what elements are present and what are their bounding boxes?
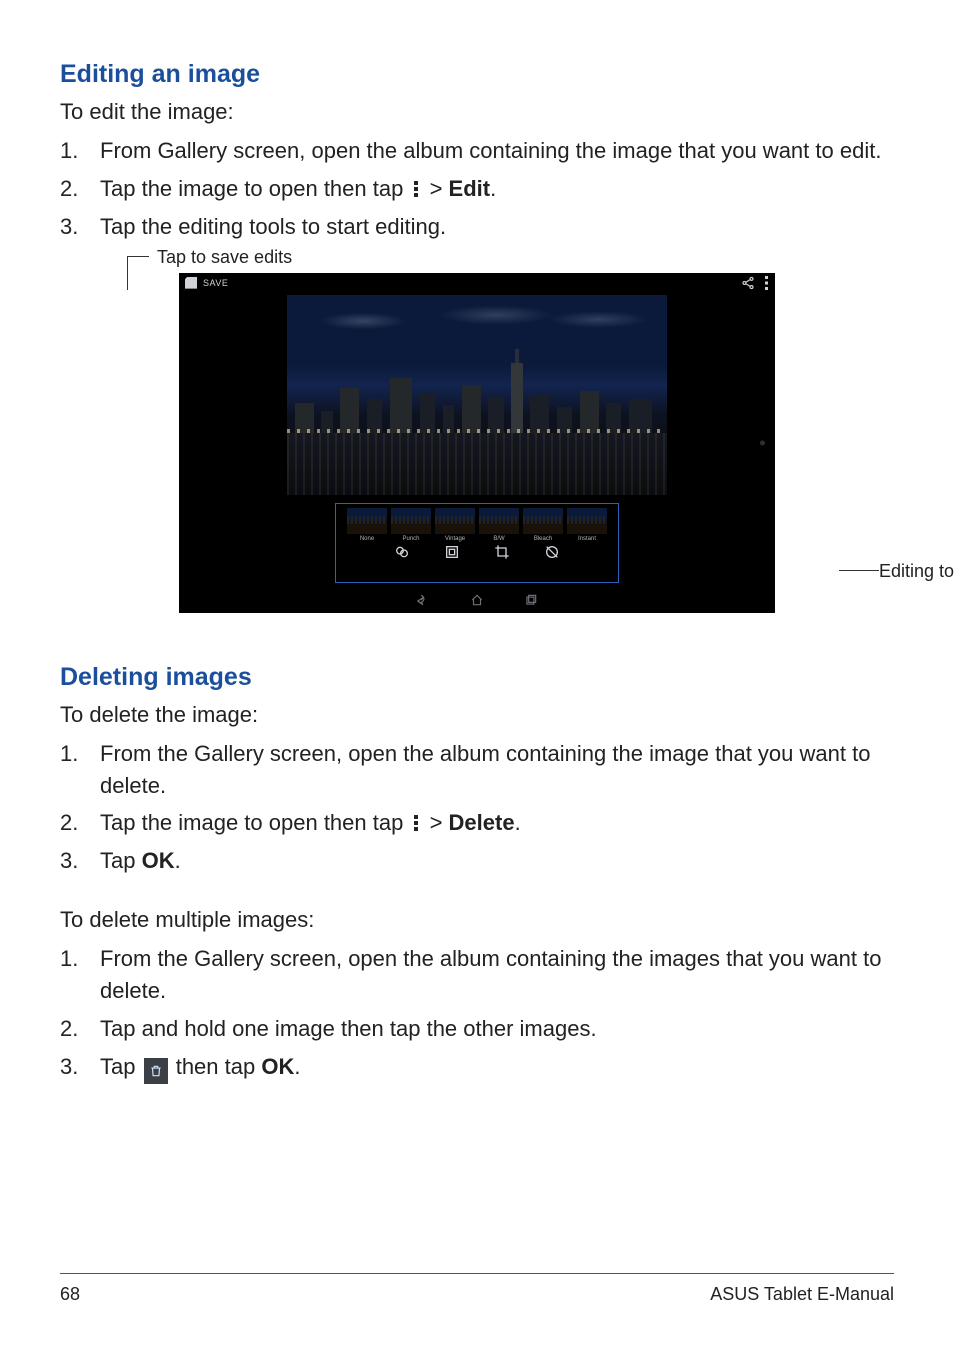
step-text: Tap and hold one image then tap the othe… bbox=[100, 1013, 894, 1045]
step-2: 2. Tap and hold one image then tap the o… bbox=[60, 1013, 894, 1045]
step-text: Tap the image to open then tap > Delete. bbox=[100, 807, 894, 839]
filter-label: B/W bbox=[479, 536, 519, 542]
filter-label: Vintage bbox=[435, 536, 475, 542]
tool-row bbox=[336, 542, 618, 564]
step-bold: Delete bbox=[449, 810, 515, 835]
callout-save-label: Tap to save edits bbox=[157, 247, 292, 268]
step-3: 3. Tap the editing tools to start editin… bbox=[60, 211, 894, 243]
step-num: 2. bbox=[60, 807, 82, 839]
step-text: From Gallery screen, open the album cont… bbox=[100, 135, 894, 167]
share-icon[interactable] bbox=[741, 276, 755, 290]
camera-dot bbox=[760, 440, 765, 445]
step-num: 3. bbox=[60, 845, 82, 877]
callout-tools: Editing tools bbox=[879, 561, 954, 582]
nav-bar bbox=[179, 593, 775, 607]
step-num: 3. bbox=[60, 1051, 82, 1084]
step-bold: OK bbox=[142, 848, 175, 873]
step-num: 1. bbox=[60, 943, 82, 1007]
step-text: Tap then tap OK. bbox=[100, 1051, 894, 1084]
filter-thumb[interactable]: None bbox=[347, 508, 387, 542]
step-2: 2. Tap the image to open then tap > Edit… bbox=[60, 173, 894, 205]
step-num: 2. bbox=[60, 1013, 82, 1045]
footer-label: ASUS Tablet E-Manual bbox=[710, 1284, 894, 1305]
save-button[interactable]: SAVE bbox=[203, 278, 228, 288]
filter-thumb[interactable]: Vintage bbox=[435, 508, 475, 542]
intro-deleting: To delete the image: bbox=[60, 702, 894, 728]
step-1: 1. From the Gallery screen, open the alb… bbox=[60, 943, 894, 1007]
filter-thumb[interactable]: Bleach bbox=[523, 508, 563, 542]
step-text: Tap the editing tools to start editing. bbox=[100, 211, 894, 243]
step-num: 2. bbox=[60, 173, 82, 205]
step-num: 1. bbox=[60, 738, 82, 802]
step-num: 1. bbox=[60, 135, 82, 167]
steps-deleting-multi: 1. From the Gallery screen, open the alb… bbox=[60, 943, 894, 1084]
heading-editing: Editing an image bbox=[60, 60, 894, 89]
intro-editing: To edit the image: bbox=[60, 99, 894, 125]
step-2: 2. Tap the image to open then tap > Dele… bbox=[60, 807, 894, 839]
step-pre: Tap the image to open then tap bbox=[100, 176, 409, 201]
step-text: From the Gallery screen, open the album … bbox=[100, 943, 894, 1007]
trash-icon bbox=[144, 1058, 168, 1084]
step-text: Tap the image to open then tap > Edit. bbox=[100, 173, 894, 205]
home-icon[interactable] bbox=[470, 593, 484, 607]
step-tail: . bbox=[515, 810, 521, 835]
filter-thumb[interactable]: Punch bbox=[391, 508, 431, 542]
overflow-menu-icon bbox=[411, 180, 421, 198]
step-pre: Tap bbox=[100, 1054, 142, 1079]
filter-thumb[interactable]: Instant bbox=[567, 508, 607, 542]
step-pre: Tap the image to open then tap bbox=[100, 810, 409, 835]
filter-label: Bleach bbox=[523, 536, 563, 542]
editing-tools-panel: None Punch Vintage B/W Bleach Instant bbox=[335, 503, 619, 583]
step-mid: then tap bbox=[170, 1054, 262, 1079]
adjust-icon[interactable] bbox=[544, 544, 560, 560]
crop-icon[interactable] bbox=[494, 544, 510, 560]
step-1: 1. From Gallery screen, open the album c… bbox=[60, 135, 894, 167]
filter-label: Punch bbox=[391, 536, 431, 542]
back-icon[interactable] bbox=[416, 593, 430, 607]
filter-label: Instant bbox=[567, 536, 607, 542]
steps-deleting-single: 1. From the Gallery screen, open the alb… bbox=[60, 738, 894, 878]
intro-deleting-multi: To delete multiple images: bbox=[60, 907, 894, 933]
step-3: 3. Tap OK. bbox=[60, 845, 894, 877]
step-post: > bbox=[430, 176, 449, 201]
photo-preview[interactable] bbox=[287, 295, 667, 495]
filter-strip: None Punch Vintage B/W Bleach Instant bbox=[336, 504, 618, 542]
filter-thumb[interactable]: B/W bbox=[479, 508, 519, 542]
overflow-menu-icon[interactable] bbox=[765, 276, 769, 290]
steps-editing: 1. From Gallery screen, open the album c… bbox=[60, 135, 894, 243]
step-text: From the Gallery screen, open the album … bbox=[100, 738, 894, 802]
overflow-menu-icon bbox=[411, 814, 421, 832]
sd-card-icon bbox=[185, 277, 197, 289]
device-topbar: SAVE bbox=[179, 273, 775, 293]
step-text: Tap OK. bbox=[100, 845, 894, 877]
step-tail: . bbox=[175, 848, 181, 873]
step-3: 3. Tap then tap OK. bbox=[60, 1051, 894, 1084]
step-post: > bbox=[430, 810, 449, 835]
step-tail: . bbox=[490, 176, 496, 201]
recent-apps-icon[interactable] bbox=[524, 593, 538, 607]
step-tail: . bbox=[294, 1054, 300, 1079]
filter-label: None bbox=[347, 536, 387, 542]
step-bold: Edit bbox=[449, 176, 491, 201]
callout-tools-label: Editing tools bbox=[879, 561, 954, 581]
figure: Tap to save edits Editing tools SAVE bbox=[97, 273, 857, 613]
page-number: 68 bbox=[60, 1284, 80, 1305]
step-pre: Tap bbox=[100, 848, 142, 873]
step-num: 3. bbox=[60, 211, 82, 243]
effects-icon[interactable] bbox=[394, 544, 410, 560]
device-screenshot: SAVE None bbox=[179, 273, 775, 613]
step-1: 1. From the Gallery screen, open the alb… bbox=[60, 738, 894, 802]
heading-deleting: Deleting images bbox=[60, 663, 894, 692]
page-footer: 68 ASUS Tablet E-Manual bbox=[60, 1273, 894, 1305]
frame-icon[interactable] bbox=[444, 544, 460, 560]
step-bold: OK bbox=[261, 1054, 294, 1079]
